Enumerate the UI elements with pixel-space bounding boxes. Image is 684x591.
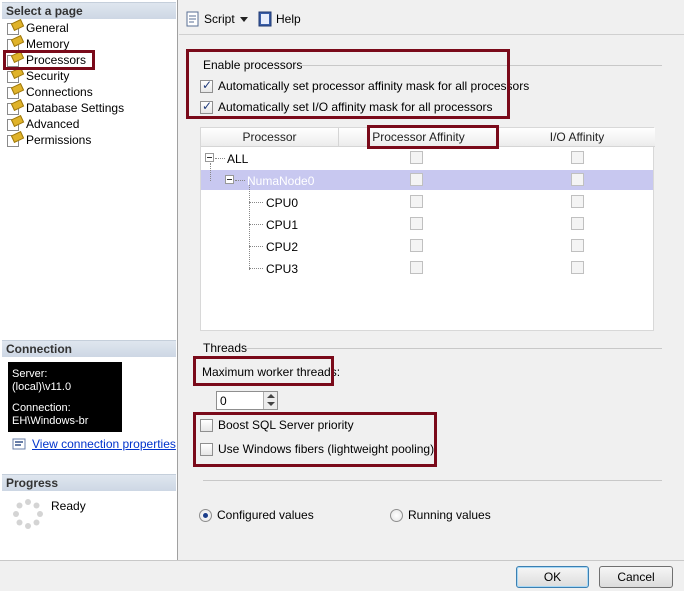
- running-values-radio[interactable]: [390, 509, 403, 522]
- column-header-io-affinity[interactable]: I/O Affinity: [499, 128, 655, 147]
- page-item-label: Memory: [26, 37, 70, 51]
- cpu1-io-affinity-checkbox[interactable]: [571, 217, 584, 230]
- dialog-button-bar: OK Cancel: [0, 560, 684, 591]
- page-wrench-icon: [6, 21, 22, 35]
- connection-header: Connection: [2, 340, 176, 357]
- ok-button[interactable]: OK: [516, 566, 589, 588]
- processors-highlight-frame: [3, 50, 95, 70]
- threads-divider: [246, 348, 662, 349]
- numanode0-processor-affinity-checkbox[interactable]: [410, 173, 423, 186]
- running-values-label: Running values: [408, 508, 491, 522]
- page-wrench-icon: [6, 101, 22, 115]
- page-wrench-icon: [6, 133, 22, 147]
- cpu2-processor-affinity-checkbox[interactable]: [410, 239, 423, 252]
- tree-connector: [249, 246, 263, 247]
- connection-value: EH\Windows-br: [12, 415, 89, 427]
- progress-header: Progress: [2, 474, 176, 491]
- processor-affinity-grid[interactable]: Processor Processor Affinity I/O Affinit…: [200, 127, 655, 331]
- page-item-general[interactable]: General: [6, 20, 69, 36]
- tree-connector: [249, 268, 263, 269]
- cpu1-processor-affinity-checkbox[interactable]: [410, 217, 423, 230]
- page-item-label: Database Settings: [26, 101, 125, 115]
- cpu0-processor-affinity-checkbox[interactable]: [410, 195, 423, 208]
- tree-connector: [249, 224, 263, 225]
- page-wrench-icon: [6, 69, 22, 83]
- configured-values-label: Configured values: [217, 508, 314, 522]
- all-io-affinity-checkbox[interactable]: [571, 151, 584, 164]
- progress-spinner-icon: [13, 499, 43, 529]
- server-label: Server:: [12, 368, 48, 380]
- tree-connector: [235, 180, 245, 181]
- cpu2-io-affinity-checkbox[interactable]: [571, 239, 584, 252]
- row-all-label: ALL: [227, 152, 249, 166]
- toolbar-separator: [179, 34, 684, 35]
- threads-options-highlight-frame: [193, 412, 437, 467]
- cancel-button[interactable]: Cancel: [599, 566, 673, 588]
- tree-connector: [249, 185, 250, 270]
- left-pane: Select a page General Memory Processors …: [0, 0, 178, 560]
- cpu0-io-affinity-checkbox[interactable]: [571, 195, 584, 208]
- script-icon: [186, 11, 199, 27]
- max-worker-threads-highlight-frame: [193, 356, 334, 386]
- row-cpu1-label: CPU1: [266, 218, 299, 232]
- stepper-up-icon[interactable]: [267, 394, 275, 398]
- row-cpu2-label: CPU2: [266, 240, 299, 254]
- values-divider: [203, 480, 662, 481]
- script-label: Script: [204, 12, 235, 26]
- view-connection-properties-link[interactable]: View connection properties: [12, 437, 176, 451]
- help-book-icon: [258, 11, 272, 27]
- select-page-header: Select a page: [2, 2, 176, 19]
- page-item-database-settings[interactable]: Database Settings: [6, 100, 124, 116]
- tree-connector: [215, 158, 225, 159]
- tree-connector: [249, 202, 263, 203]
- page-item-label: Advanced: [26, 117, 80, 131]
- page-wrench-icon: [6, 85, 22, 99]
- row-numanode0-label: NumaNode0: [247, 174, 315, 188]
- help-label: Help: [276, 12, 301, 26]
- page-item-advanced[interactable]: Advanced: [6, 116, 79, 132]
- properties-icon: [12, 438, 26, 450]
- server-value: (local)\v11.0: [12, 381, 72, 393]
- stepper-buttons[interactable]: [263, 392, 277, 409]
- max-worker-threads-stepper[interactable]: 0: [216, 391, 278, 410]
- numanode0-io-affinity-checkbox[interactable]: [571, 173, 584, 186]
- page-item-label: Connections: [26, 85, 93, 99]
- threads-group-label: Threads: [203, 341, 248, 355]
- page-item-label: Security: [26, 69, 70, 83]
- page-wrench-icon: [6, 37, 22, 51]
- all-processor-affinity-checkbox[interactable]: [410, 151, 423, 164]
- max-worker-threads-value: 0: [220, 394, 227, 408]
- connection-info-box: Server: (local)\v11.0 Connection: EH\Win…: [8, 362, 122, 432]
- enable-processors-highlight-frame: [186, 49, 510, 119]
- page-wrench-icon: [6, 117, 22, 131]
- collapse-all-icon[interactable]: [205, 153, 214, 162]
- page-item-connections[interactable]: Connections: [6, 84, 93, 100]
- column-header-processor[interactable]: Processor: [201, 128, 339, 147]
- connection-label: Connection:: [12, 402, 71, 414]
- page-item-security[interactable]: Security: [6, 68, 69, 84]
- processor-affinity-highlight-frame: [367, 125, 499, 149]
- row-cpu3-label: CPU3: [266, 262, 299, 276]
- script-button[interactable]: Script: [185, 10, 235, 28]
- tree-connector: [210, 163, 211, 181]
- row-cpu0-label: CPU0: [266, 196, 299, 210]
- script-dropdown-chevron-icon[interactable]: [240, 17, 248, 22]
- collapse-numanode-icon[interactable]: [225, 175, 234, 184]
- progress-status: Ready: [51, 499, 86, 513]
- cpu3-processor-affinity-checkbox[interactable]: [410, 261, 423, 274]
- page-item-permissions[interactable]: Permissions: [6, 132, 91, 148]
- cpu3-io-affinity-checkbox[interactable]: [571, 261, 584, 274]
- page-item-label: General: [26, 21, 69, 35]
- configured-values-radio[interactable]: [199, 509, 212, 522]
- stepper-down-icon[interactable]: [267, 402, 275, 406]
- view-connection-properties-label: View connection properties: [32, 437, 176, 451]
- help-button[interactable]: Help: [257, 10, 301, 28]
- page-item-label: Permissions: [26, 133, 92, 147]
